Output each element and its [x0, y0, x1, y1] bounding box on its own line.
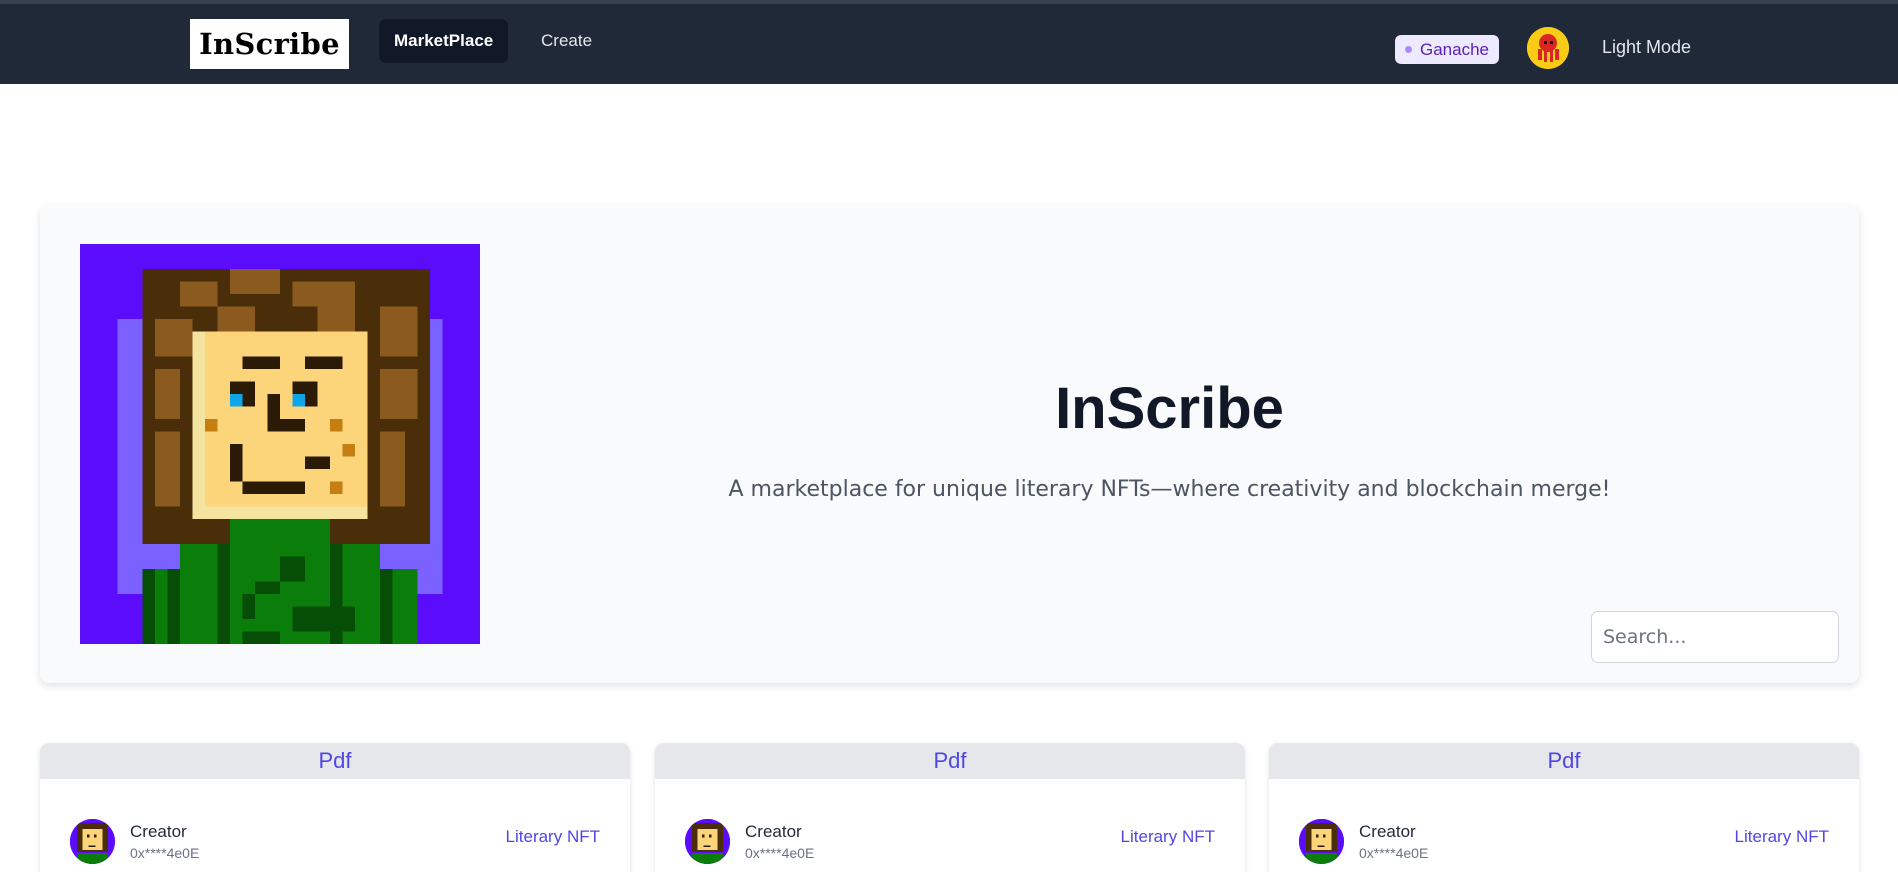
nft-card[interactable]: Pdf Creator 0x****4e0E Literary NFT — [40, 743, 630, 872]
creator-label: Creator — [130, 822, 187, 841]
network-label: Ganache — [1420, 39, 1489, 59]
creator-avatar — [1299, 819, 1344, 864]
hero-subtitle: A marketplace for unique literary NFTs—w… — [728, 477, 1611, 502]
inscribe-logo[interactable]: InScribe — [190, 19, 349, 69]
nft-card[interactable]: Pdf Creator 0x****4e0E Literary NFT — [1269, 743, 1859, 872]
network-badge[interactable]: Ganache — [1395, 35, 1499, 64]
top-navbar: InScribe MarketPlace Create Ganache Ligh… — [0, 0, 1898, 84]
creator-label: Creator — [1359, 822, 1416, 841]
nft-category-tag[interactable]: Literary NFT — [1121, 827, 1215, 847]
red-octopus-avatar-icon — [1527, 27, 1569, 69]
creator-address: 0x****4e0E — [745, 845, 815, 861]
creator-avatar — [685, 819, 730, 864]
pixel-art-person-icon — [685, 819, 730, 864]
logo-text: InScribe — [199, 27, 340, 61]
creator-label: Creator — [745, 822, 802, 841]
card-file-type: Pdf — [40, 743, 630, 779]
creator-avatar — [70, 819, 115, 864]
nft-category-tag[interactable]: Literary NFT — [506, 827, 600, 847]
profile-avatar[interactable] — [1527, 27, 1569, 69]
card-file-type: Pdf — [1269, 743, 1859, 779]
creator-address: 0x****4e0E — [1359, 845, 1429, 861]
nav-create[interactable]: Create — [526, 19, 607, 63]
theme-toggle[interactable]: Light Mode — [1602, 37, 1691, 58]
nft-category-tag[interactable]: Literary NFT — [1735, 827, 1829, 847]
search-input[interactable] — [1591, 611, 1839, 663]
network-status-dot-icon — [1405, 46, 1412, 53]
nft-card[interactable]: Pdf Creator 0x****4e0E Literary NFT — [655, 743, 1245, 872]
pixel-art-person-icon — [70, 819, 115, 864]
hero-section: InScribe A marketplace for unique litera… — [40, 205, 1859, 683]
hero-title: InScribe — [1055, 376, 1284, 441]
creator-address: 0x****4e0E — [130, 845, 200, 861]
card-file-type: Pdf — [655, 743, 1245, 779]
pixel-art-person-icon — [80, 244, 480, 644]
nav-marketplace[interactable]: MarketPlace — [379, 19, 509, 63]
pixel-art-person-icon — [1299, 819, 1344, 864]
